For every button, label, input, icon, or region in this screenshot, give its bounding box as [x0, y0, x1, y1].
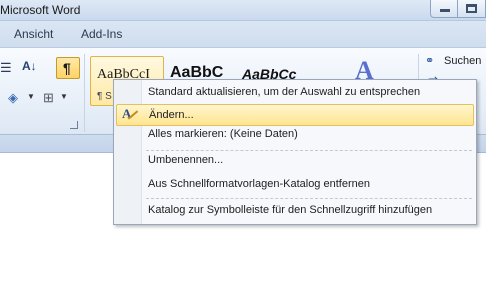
menu-item-label: Alles markieren: (Keine Daten) [148, 128, 298, 140]
menu-separator [146, 198, 472, 199]
style-context-menu: Standard aktualisieren, um der Auswahl z… [113, 79, 477, 225]
show-formatting-button[interactable]: ¶ [56, 57, 80, 79]
menu-item-label: Standard aktualisieren, um der Auswahl z… [148, 86, 421, 98]
menu-item-remove-from-gallery[interactable]: Aus Schnellformatvorlagen-Katalog entfer… [116, 174, 474, 196]
shading-icon[interactable]: ◈ [8, 90, 18, 106]
chevron-down-icon[interactable]: ▼ [60, 92, 68, 101]
paragraph-dialog-launcher-icon[interactable] [70, 121, 78, 129]
find-label: Suchen [444, 55, 482, 67]
edit-style-icon: A [122, 106, 140, 123]
tab-ansicht[interactable]: Ansicht [14, 27, 53, 41]
title-bar: Microsoft Word [0, 0, 486, 21]
minimize-icon [440, 9, 450, 12]
style-name: ¶ S [97, 91, 112, 102]
binoculars-icon: ⚭ [425, 55, 435, 67]
menu-item-modify[interactable]: A Ändern... [116, 104, 474, 126]
menu-item-rename[interactable]: Umbenennen... [116, 150, 474, 172]
menu-item-update-standard[interactable]: Standard aktualisieren, um der Auswahl z… [116, 82, 474, 104]
menu-item-label: Katalog zur Symbolleiste für den Schnell… [148, 204, 433, 216]
window-title: Microsoft Word [0, 3, 81, 17]
chevron-down-icon[interactable]: ▼ [27, 92, 35, 101]
minimize-button[interactable] [430, 0, 458, 18]
border-icon[interactable]: ⊞ [43, 90, 54, 106]
find-button[interactable]: ⚭ Suchen [425, 54, 486, 70]
menu-item-label: Aus Schnellformatvorlagen-Katalog entfer… [148, 178, 370, 190]
ribbon-tab-row: Ansicht Add-Ins [0, 21, 486, 47]
pilcrow-icon: ¶ [63, 60, 71, 76]
maximize-button[interactable] [458, 0, 486, 18]
maximize-icon [466, 4, 477, 13]
menu-item-label: Umbenennen... [148, 154, 224, 166]
menu-item-label: Ändern... [149, 109, 194, 121]
sort-icon[interactable]: A↓ [22, 59, 37, 73]
group-divider [84, 54, 85, 132]
menu-item-select-all[interactable]: Alles markieren: (Keine Daten) [116, 124, 474, 146]
tab-add-ins[interactable]: Add-Ins [81, 27, 122, 41]
list-indent-icon[interactable]: ☰ [0, 60, 12, 76]
menu-item-add-to-quick-access[interactable]: Katalog zur Symbolleiste für den Schnell… [116, 200, 474, 222]
